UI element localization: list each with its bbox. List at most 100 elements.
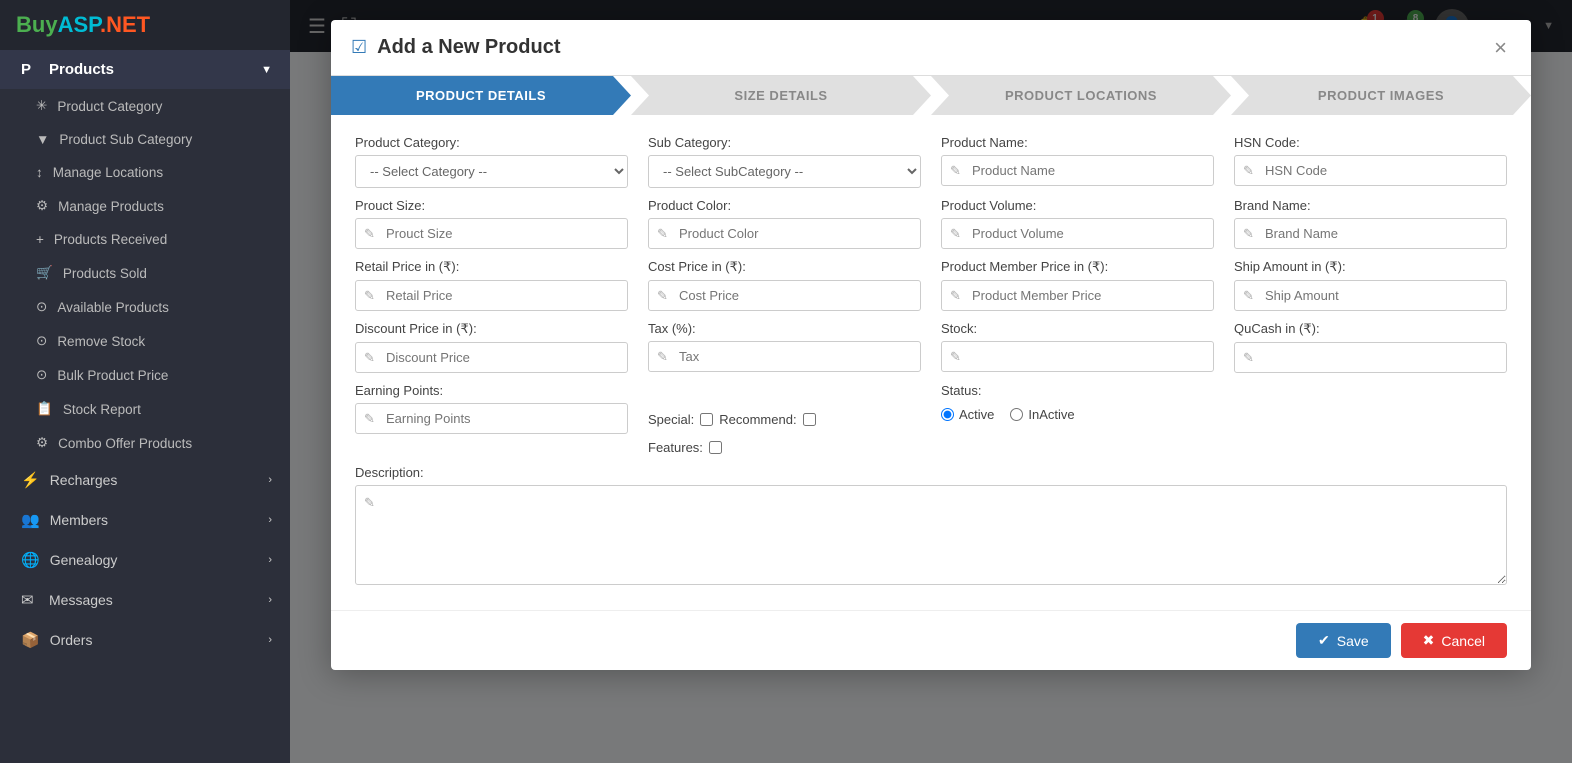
product-volume-label: Product Volume: (941, 198, 1214, 213)
earning-points-input[interactable] (355, 403, 628, 434)
brand-name-group: Brand Name: ✎ (1234, 198, 1507, 249)
orders-icon: 📦 (21, 631, 40, 649)
sidebar-item-orders[interactable]: 📦 Orders › (0, 620, 290, 660)
form-row-2: Prouct Size: ✎ Product Color: ✎ (355, 198, 1507, 249)
sidebar: BuyASP.NET P Products ▼ ✳ Product Catego… (0, 0, 290, 763)
product-category-select[interactable]: -- Select Category -- (355, 155, 628, 188)
sub-category-select[interactable]: -- Select SubCategory -- (648, 155, 921, 188)
stock-input[interactable]: 0 (941, 341, 1214, 372)
sidebar-item-bulk-product-price[interactable]: ⊙ Bulk Product Price (0, 358, 290, 392)
sidebar-item-members[interactable]: 👥 Members › (0, 500, 290, 540)
brand-name-input[interactable] (1234, 218, 1507, 249)
wizard-step-product-details[interactable]: PRODUCT DETAILS (331, 76, 631, 115)
ship-amount-label: Ship Amount in (₹): (1234, 259, 1507, 275)
status-inactive-label[interactable]: InActive (1010, 407, 1074, 422)
qucash-input[interactable]: 0 (1234, 342, 1507, 373)
product-category-group: Product Category: -- Select Category -- (355, 135, 628, 188)
wizard-step-size-details[interactable]: SIZE DETAILS (631, 76, 931, 115)
manage-locations-icon: ↕ (36, 165, 43, 180)
special-recommend-row: Special: Recommend: (648, 412, 921, 427)
sidebar-item-products[interactable]: P Products ▼ (0, 50, 290, 89)
stock-wrap: ✎ 0 (941, 341, 1214, 372)
combo-offer-icon: ⚙ (36, 435, 48, 451)
ship-amount-input[interactable] (1234, 280, 1507, 311)
sidebar-item-products-sold[interactable]: 🛒 Products Sold (0, 256, 290, 290)
product-category-label: Product Category: (355, 135, 628, 150)
special-checkbox[interactable] (700, 413, 713, 426)
save-label: Save (1337, 633, 1369, 649)
earning-points-label: Earning Points: (355, 383, 628, 398)
sidebar-item-recharges[interactable]: ⚡ Recharges › (0, 460, 290, 500)
sidebar-item-available-products[interactable]: ⊙ Available Products (0, 290, 290, 324)
product-volume-input[interactable] (941, 218, 1214, 249)
products-icon: P (21, 61, 39, 78)
save-button[interactable]: ✔ Save (1296, 623, 1391, 658)
hsn-code-input[interactable] (1234, 155, 1507, 186)
members-icon: 👥 (21, 511, 40, 529)
features-checkbox[interactable] (709, 441, 722, 454)
qucash-label: QuCash in (₹): (1234, 321, 1507, 337)
sidebar-label-bulk-product-price: Bulk Product Price (57, 368, 168, 383)
stock-icon: ✎ (950, 349, 961, 365)
main-area: ☰ ⛶ 1 8 👤 admin ▼ ☑ Add a New Product × (290, 0, 1572, 763)
sidebar-label-stock-report: Stock Report (63, 402, 141, 417)
genealogy-arrow: › (268, 554, 272, 566)
discount-price-input[interactable] (355, 342, 628, 373)
messages-arrow: › (268, 594, 272, 606)
cost-price-input[interactable] (648, 280, 921, 311)
sidebar-label-manage-products: Manage Products (58, 199, 164, 214)
product-name-input[interactable] (941, 155, 1214, 186)
sidebar-label-remove-stock: Remove Stock (57, 334, 145, 349)
features-row: Features: (648, 440, 921, 455)
product-member-price-group: Product Member Price in (₹): ✎ (941, 259, 1214, 311)
wizard-step-product-images[interactable]: PRODUCT IMAGES (1231, 76, 1531, 115)
cancel-label: Cancel (1441, 633, 1485, 649)
product-color-group: Product Color: ✎ (648, 198, 921, 249)
qucash-group: QuCash in (₹): ✎ 0 (1234, 321, 1507, 373)
sidebar-item-remove-stock[interactable]: ⊙ Remove Stock (0, 324, 290, 358)
sidebar-item-product-sub-category[interactable]: ▼ Product Sub Category (0, 123, 290, 156)
status-inactive-radio[interactable] (1010, 408, 1023, 421)
status-group: Status: Active InActive (941, 383, 1214, 455)
wizard-step-product-locations[interactable]: PRODUCT LOCATIONS (931, 76, 1231, 115)
product-color-label: Product Color: (648, 198, 921, 213)
sidebar-item-products-received[interactable]: + Products Received (0, 223, 290, 256)
description-textarea[interactable] (355, 485, 1507, 585)
sidebar-item-stock-report[interactable]: 📋 Stock Report (0, 392, 290, 426)
retail-price-input[interactable] (355, 280, 628, 311)
sidebar-label-combo-offer-products: Combo Offer Products (58, 436, 192, 451)
brand-name-label: Brand Name: (1234, 198, 1507, 213)
recharges-arrow: › (268, 474, 272, 486)
earning-points-group: Earning Points: ✎ (355, 383, 628, 455)
product-category-icon: ✳ (36, 98, 47, 114)
cancel-button[interactable]: ✖ Cancel (1401, 623, 1507, 658)
sidebar-label-product-sub-category: Product Sub Category (59, 132, 192, 147)
modal-body: Product Category: -- Select Category -- … (331, 115, 1531, 610)
save-icon: ✔ (1318, 632, 1330, 649)
sidebar-item-product-category[interactable]: ✳ Product Category (0, 89, 290, 123)
earning-points-icon: ✎ (364, 411, 375, 427)
discount-price-wrap: ✎ (355, 342, 628, 373)
sidebar-item-manage-locations[interactable]: ↕ Manage Locations (0, 156, 290, 189)
modal-close-button[interactable]: × (1490, 37, 1511, 59)
sidebar-item-combo-offer-products[interactable]: ⚙ Combo Offer Products (0, 426, 290, 460)
product-color-wrap: ✎ (648, 218, 921, 249)
sub-category-group: Sub Category: -- Select SubCategory -- (648, 135, 921, 188)
hsn-code-icon: ✎ (1243, 163, 1254, 179)
product-member-price-input[interactable] (941, 280, 1214, 311)
earning-points-wrap: ✎ (355, 403, 628, 434)
recommend-checkbox[interactable] (803, 413, 816, 426)
product-color-input[interactable] (648, 218, 921, 249)
status-radio-row: Active InActive (941, 407, 1214, 422)
tax-input[interactable] (648, 341, 921, 372)
prouct-size-input[interactable] (355, 218, 628, 249)
sidebar-item-manage-products[interactable]: ⚙ Manage Products (0, 189, 290, 223)
sidebar-item-genealogy[interactable]: 🌐 Genealogy › (0, 540, 290, 580)
status-active-radio[interactable] (941, 408, 954, 421)
form-row-3: Retail Price in (₹): ✎ Cost Price in (₹)… (355, 259, 1507, 311)
status-active-label[interactable]: Active (941, 407, 994, 422)
sidebar-item-messages[interactable]: ✉ Messages › (0, 580, 290, 620)
sidebar-label-genealogy: Genealogy (50, 552, 118, 568)
special-label: Special: (648, 412, 694, 427)
stock-label: Stock: (941, 321, 1214, 336)
